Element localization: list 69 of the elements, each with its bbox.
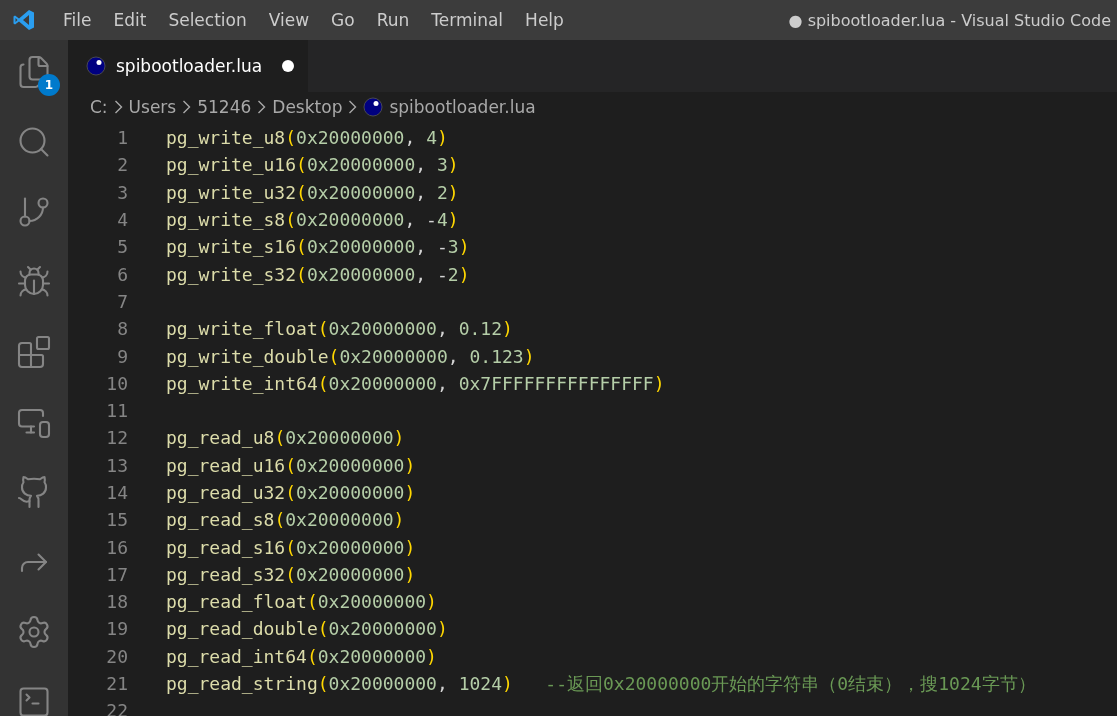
terminal-icon[interactable]	[16, 684, 52, 716]
breadcrumb-item[interactable]: 51246	[197, 97, 252, 117]
lua-file-icon	[363, 97, 384, 117]
line-number: 12	[105, 427, 128, 449]
line-number: 4	[116, 209, 128, 231]
breadcrumb-item[interactable]: Desktop	[272, 97, 343, 117]
line-number: 18	[105, 591, 128, 613]
code-line: pg_write_int64(0x20000000, 0x7FFFFFFFFFFFFFFF)	[166, 372, 665, 394]
line-number: 5	[116, 236, 128, 258]
line-number: 2	[116, 154, 128, 176]
chevron-icon	[113, 100, 123, 114]
search-icon[interactable]	[16, 124, 52, 160]
line-number: 17	[105, 563, 128, 585]
menu-item[interactable]: View	[257, 10, 321, 30]
menu-item[interactable]: Help	[514, 10, 575, 30]
line-number: 14	[105, 482, 128, 503]
line-number: 20	[105, 645, 128, 667]
chevron-icon	[257, 100, 267, 114]
line-number: 19	[105, 618, 128, 640]
code-line: pg_read_u16(0x20000000)	[166, 454, 416, 476]
breadcrumb-item[interactable]: Users	[128, 97, 177, 117]
code-line: pg_read_double(0x20000000)	[166, 618, 448, 640]
line-number: 15	[105, 509, 128, 531]
breadcrumb-item[interactable]: C:	[90, 97, 108, 117]
code-line: pg_write_u16(0x20000000, 3)	[166, 154, 459, 176]
line-number: 10	[105, 372, 128, 394]
menu-item[interactable]: Run	[365, 10, 421, 30]
code-line: pg_write_s32(0x20000000, -2)	[166, 263, 470, 285]
code-line: pg_write_s16(0x20000000, -3)	[166, 236, 470, 258]
code-line: pg_read_s32(0x20000000)	[166, 563, 416, 585]
lua-file-icon	[86, 56, 106, 76]
files-icon[interactable]	[16, 54, 52, 90]
line-number: 21	[105, 673, 128, 695]
menu-item[interactable]: Edit	[102, 10, 158, 30]
line-number: 1	[116, 127, 128, 149]
code-line: pg_read_u8(0x20000000)	[166, 427, 405, 449]
code-line: pg_read_u32(0x20000000)	[166, 482, 416, 503]
menu-item[interactable]: Terminal	[420, 10, 515, 30]
code-line: pg_read_s16(0x20000000)	[166, 536, 416, 558]
line-number: 8	[116, 318, 128, 340]
menu-item[interactable]: Go	[320, 10, 366, 30]
line-number: 9	[116, 345, 128, 367]
line-number: 7	[116, 290, 128, 312]
blocks-icon[interactable]	[16, 334, 52, 370]
code-line: pg_write_s8(0x20000000, -4)	[166, 209, 459, 231]
vscode-logo-icon[interactable]	[12, 8, 36, 32]
breadcrumb-item[interactable]: spibootloader.lua	[389, 97, 536, 117]
menu-item[interactable]: File	[52, 10, 103, 30]
code-line: pg_read_string(0x20000000, 1024) --返回0x20000000开始的字符串（0结束），搜1024字节）	[166, 671, 1036, 696]
line-number: 13	[105, 454, 128, 476]
editor-tab[interactable]: spibootloader.lua	[68, 40, 309, 92]
chevron-icon	[182, 100, 192, 114]
window-title: ● spibootloader.lua - Visual Studio Code	[788, 10, 1111, 30]
code-line: pg_write_float(0x20000000, 0.12)	[166, 318, 513, 340]
line-number: 3	[116, 181, 128, 203]
code-line: pg_write_u32(0x20000000, 2)	[166, 181, 459, 203]
menu-item[interactable]: Selection	[157, 10, 258, 30]
line-number: 16	[105, 536, 128, 558]
line-number: 11	[105, 400, 128, 422]
code-line: pg_read_int64(0x20000000)	[166, 645, 437, 667]
code-line: pg_write_double(0x20000000, 0.123)	[166, 345, 535, 367]
chevron-icon	[348, 100, 358, 114]
gear-icon[interactable]	[16, 614, 52, 650]
bug-icon[interactable]	[16, 264, 52, 300]
code-line: pg_write_u8(0x20000000, 4)	[166, 127, 448, 149]
code-line: pg_read_s8(0x20000000)	[166, 509, 405, 531]
notification-badge: 1	[38, 74, 60, 96]
line-number: 6	[116, 263, 128, 285]
code-line: pg_read_float(0x20000000)	[166, 591, 437, 613]
